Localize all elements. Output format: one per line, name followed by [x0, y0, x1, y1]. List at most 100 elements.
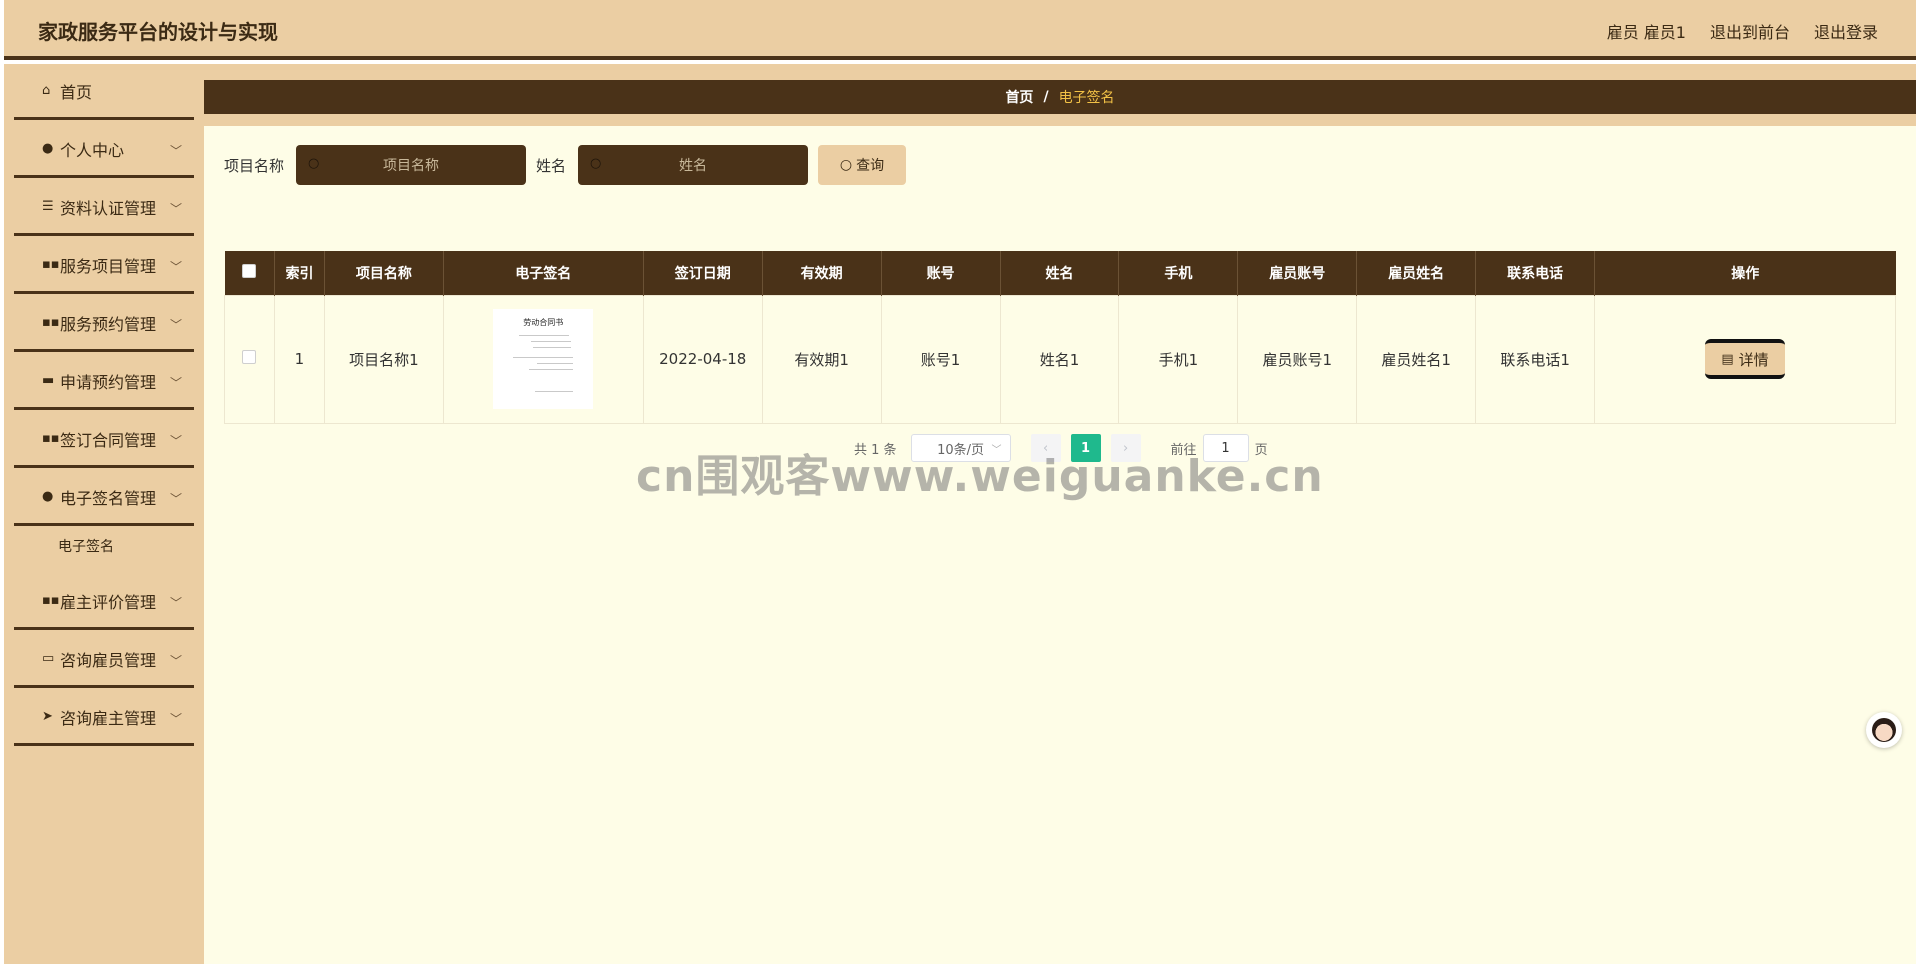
- name-input[interactable]: ○ 姓名: [578, 145, 809, 185]
- project-name-placeholder: 项目名称: [383, 158, 440, 174]
- column-header: 有效期: [762, 251, 882, 295]
- doc-line: [529, 369, 574, 370]
- breadcrumb: 首页 / 电子签名: [204, 80, 1916, 114]
- column-header: 索引: [274, 251, 325, 295]
- query-button[interactable]: ○ 查询: [818, 145, 907, 185]
- column-header: 操作: [1594, 251, 1896, 295]
- row-select-cell: [224, 294, 275, 424]
- account-cell: 账号1: [880, 294, 1001, 424]
- sidebar-item-service-booking[interactable]: ▪▪ 服务预约管理 ﹀: [14, 296, 194, 352]
- sidebar-item-booking-requests[interactable]: ▬ 申请预约管理 ﹀: [14, 354, 194, 410]
- data-table: 索引 项目名称 电子签名 签订日期 有效期 账号 姓名 手机 雇员账号 雇员姓名…: [224, 251, 1896, 424]
- logout-link[interactable]: 退出登录: [1814, 19, 1878, 43]
- contact-cell: 联系电话1: [1475, 294, 1596, 424]
- sidebar-item-label: 电子签名管理: [60, 488, 157, 508]
- sidebar-item-label: 申请预约管理: [60, 372, 157, 392]
- project-name-input[interactable]: ○ 项目名称: [296, 145, 527, 185]
- monitor-icon: ▭: [42, 651, 55, 666]
- sidebar-item-employee-consult[interactable]: ▭ 咨询雇员管理 ﹀: [14, 632, 194, 688]
- chevron-down-icon: ﹀: [169, 434, 182, 448]
- select-all-header: [224, 251, 275, 295]
- column-header: 手机: [1118, 251, 1239, 295]
- sidebar-item-personal-center[interactable]: ● 个人中心 ﹀: [14, 122, 194, 178]
- sidebar-item-label: 服务项目管理: [60, 256, 157, 276]
- detail-button-label: 详情: [1738, 350, 1769, 369]
- search-form: 项目名称 ○ 项目名称 姓名 ○ 姓名 ○ 查询: [224, 145, 907, 185]
- doc-line: [535, 391, 574, 392]
- watermark: cn围观客www.weiguanke.cn: [636, 451, 1324, 502]
- breadcrumb-separator: /: [1043, 89, 1049, 105]
- current-user: 雇员 雇员1: [1606, 23, 1686, 42]
- doc-line: [531, 341, 572, 342]
- doc-line: [533, 347, 572, 348]
- search-icon: ○: [839, 157, 853, 173]
- sidebar-item-service-projects[interactable]: ▪▪ 服务项目管理 ﹀: [14, 238, 194, 294]
- home-icon: ⌂: [42, 83, 51, 98]
- column-header: 雇员账号: [1237, 251, 1358, 295]
- sidebar-subitem-e-signature[interactable]: 电子签名: [58, 536, 114, 556]
- column-header: 联系电话: [1475, 251, 1596, 295]
- sidebar-item-label: 咨询雇员管理: [60, 650, 157, 670]
- employee-account-cell: 雇员账号1: [1237, 294, 1358, 424]
- breadcrumb-home[interactable]: 首页: [1005, 87, 1033, 107]
- doc-line: [513, 357, 574, 358]
- grid-icon: ▪▪: [42, 593, 60, 608]
- user-icon: ●: [42, 489, 54, 504]
- grid-icon: ▪▪: [42, 257, 60, 272]
- query-button-label: 查询: [856, 158, 885, 174]
- grid-icon: ▪▪: [42, 315, 60, 330]
- phone-cell: 手机1: [1118, 294, 1239, 424]
- column-header: 签订日期: [643, 251, 763, 295]
- chevron-down-icon: ﹀: [169, 260, 182, 274]
- column-header: 雇员姓名: [1356, 251, 1477, 295]
- chevron-down-icon: ﹀: [169, 712, 182, 726]
- name-label: 姓名: [536, 156, 567, 175]
- detail-button[interactable]: ▤ 详情: [1705, 339, 1786, 379]
- chevron-down-icon: ﹀: [169, 596, 182, 610]
- row-checkbox[interactable]: [242, 350, 257, 364]
- sidebar-item-home[interactable]: ⌂ 首页: [14, 64, 194, 120]
- document-icon: ▤: [1721, 351, 1734, 367]
- column-header: 姓名: [1000, 251, 1120, 295]
- action-cell: ▤ 详情: [1594, 294, 1896, 424]
- sidebar-item-e-signature[interactable]: ● 电子签名管理 ﹀: [14, 470, 194, 526]
- sidebar-item-label: 雇主评价管理: [60, 592, 157, 612]
- chevron-down-icon: ﹀: [169, 318, 182, 332]
- grid-icon: ▪▪: [42, 431, 60, 446]
- sidebar-item-certification[interactable]: ☰ 资料认证管理 ﹀: [14, 180, 194, 236]
- search-icon: ○: [590, 156, 602, 171]
- sidebar-item-employer-reviews[interactable]: ▪▪ 雇主评价管理 ﹀: [14, 574, 194, 630]
- chevron-down-icon: ﹀: [169, 376, 182, 390]
- main-content: 首页 / 电子签名 项目名称 ○ 项目名称 姓名 ○ 姓名 ○ 查询 索引 项目…: [204, 64, 1916, 964]
- exit-to-front-link[interactable]: 退出到前台: [1710, 19, 1790, 43]
- list-icon: ☰: [42, 199, 54, 214]
- message-icon: ▬: [42, 373, 55, 388]
- user-icon: ●: [42, 141, 54, 156]
- chevron-down-icon: ﹀: [169, 654, 182, 668]
- sidebar: ⌂ 首页 ● 个人中心 ﹀ ☰ 资料认证管理 ﹀ ▪▪ 服务项目管理 ﹀ ▪▪ …: [4, 64, 204, 964]
- table-header-row: 索引 项目名称 电子签名 签订日期 有效期 账号 姓名 手机 雇员账号 雇员姓名…: [224, 251, 1896, 295]
- table-row: 1 项目名称1 劳动合同书 2022-04-18 有效期1 账号1 姓名1 手机…: [224, 294, 1896, 424]
- sidebar-item-label: 服务预约管理: [60, 314, 157, 334]
- app-title: 家政服务平台的设计与实现: [38, 20, 278, 44]
- name-cell: 姓名1: [999, 294, 1120, 424]
- validity-cell: 有效期1: [761, 294, 882, 424]
- chevron-down-icon: ﹀: [169, 492, 182, 506]
- chevron-down-icon: ﹀: [169, 202, 182, 216]
- signature-cell: 劳动合同书: [442, 294, 644, 424]
- header-actions: 雇员 雇员1 退出到前台 退出登录: [1607, 19, 1878, 43]
- sidebar-item-employer-consult[interactable]: ➤ 咨询雇主管理 ﹀: [14, 690, 194, 746]
- floating-avatar[interactable]: [1866, 712, 1902, 748]
- index-cell: 1: [273, 294, 325, 424]
- sidebar-item-label: 个人中心: [60, 140, 125, 160]
- sidebar-item-label: 签订合同管理: [60, 430, 157, 450]
- doc-line: [537, 363, 574, 364]
- sidebar-item-contracts[interactable]: ▪▪ 签订合同管理 ﹀: [14, 412, 194, 468]
- sidebar-item-label: 首页: [60, 82, 93, 102]
- employee-name-cell: 雇员姓名1: [1356, 294, 1477, 424]
- select-all-checkbox[interactable]: [242, 263, 257, 278]
- project-name-label: 项目名称: [224, 156, 285, 175]
- signature-image[interactable]: 劳动合同书: [493, 309, 594, 409]
- column-header: 电子签名: [443, 251, 644, 295]
- signature-doc-title: 劳动合同书: [523, 318, 564, 327]
